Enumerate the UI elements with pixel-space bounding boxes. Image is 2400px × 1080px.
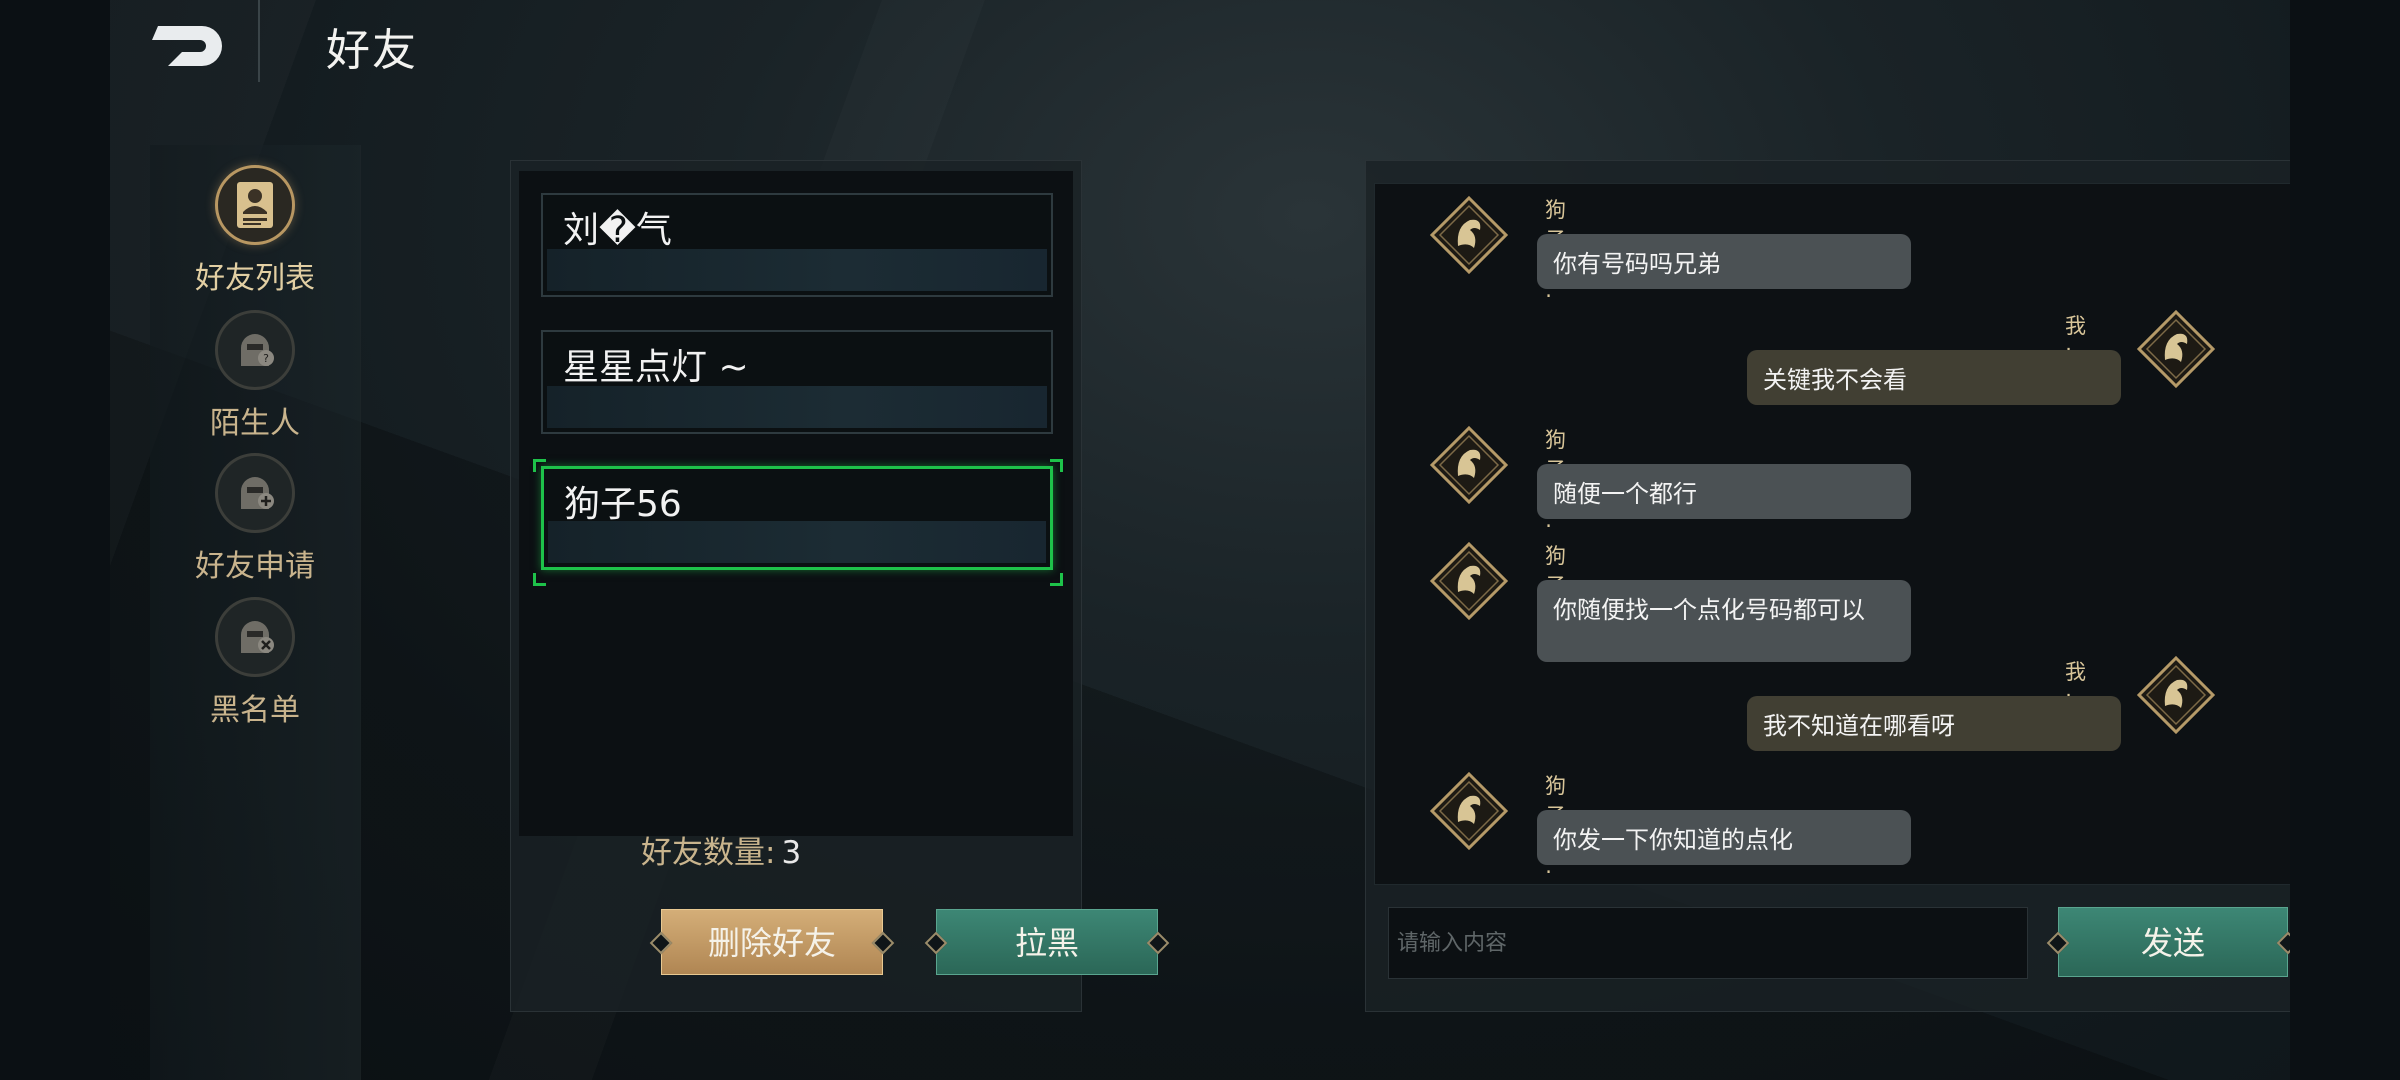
- friend-item[interactable]: 刘�气: [541, 193, 1053, 297]
- friend-item-strip: [547, 386, 1047, 428]
- dragon-avatar-icon: [1430, 196, 1508, 274]
- friend-list-icon: [215, 165, 295, 245]
- dragon-avatar-icon: [1430, 426, 1508, 504]
- block-label: 拉黑: [1014, 924, 1079, 962]
- diamond-ornament: [2046, 931, 2070, 955]
- diamond-ornament: [924, 931, 948, 955]
- friend-request-icon: [215, 453, 295, 533]
- delete-friend-button[interactable]: 删除好友: [649, 909, 895, 975]
- sidebar-item-friend-request[interactable]: 好友申请: [150, 443, 360, 584]
- sidebar-item-label: 陌生人: [210, 406, 300, 441]
- dragon-avatar-icon: [1430, 772, 1508, 850]
- delete-friend-label: 删除好友: [707, 924, 836, 962]
- sidebar-item-label: 好友申请: [195, 549, 315, 584]
- friend-item[interactable]: 星星点灯 ~: [541, 330, 1053, 434]
- page-title: 好友: [326, 25, 418, 76]
- friend-item-strip: [548, 521, 1046, 563]
- diamond-ornament: [649, 931, 673, 955]
- back-button[interactable]: [150, 14, 240, 74]
- dragon-avatar-icon: [2137, 310, 2215, 388]
- send-button[interactable]: 发送: [2046, 907, 2290, 977]
- message-bubble: 随便一个都行: [1537, 464, 1911, 519]
- selection-corner: [1050, 573, 1063, 586]
- back-arrow-icon: [152, 26, 222, 66]
- message-bubble: 你发一下你知道的点化: [1537, 810, 1911, 865]
- friend-count-label: 好友数量:: [641, 835, 776, 871]
- friend-name: 星星点灯 ~: [563, 347, 749, 388]
- block-button[interactable]: 拉黑: [924, 909, 1170, 975]
- diamond-ornament: [2276, 931, 2290, 955]
- chat-panel: 狗子56 : 你有号码吗兄弟 我 : 关键我不会看: [1365, 160, 2290, 1012]
- sidebar-item-label: 好友列表: [195, 261, 315, 296]
- game-screen: 好友 好友列表 ? 陌生人 好友申请 黑名单 刘�气 星星点灯 ~ 狗子56 好…: [110, 0, 2290, 1080]
- message-bubble: 我不知道在哪看呀: [1747, 696, 2121, 751]
- sidebar-item-label: 黑名单: [210, 693, 300, 728]
- friends-list[interactable]: 刘�气 星星点灯 ~ 狗子56: [519, 171, 1073, 836]
- selection-corner: [1050, 459, 1063, 472]
- header-divider: [258, 0, 260, 82]
- selection-corner: [533, 573, 546, 586]
- sidebar-item-stranger[interactable]: ? 陌生人: [150, 300, 360, 441]
- send-label: 发送: [2140, 924, 2205, 962]
- dragon-avatar-icon: [2137, 656, 2215, 734]
- friend-name: 狗子56: [564, 484, 682, 525]
- friend-count-value: 3: [781, 835, 802, 871]
- sidebar-nav: 好友列表 ? 陌生人 好友申请 黑名单: [150, 145, 361, 1080]
- message-bubble: 你随便找一个点化号码都可以: [1537, 580, 1911, 662]
- sidebar-item-friend-list[interactable]: 好友列表: [150, 155, 360, 296]
- message-bubble: 你有号码吗兄弟: [1537, 234, 1911, 289]
- friend-count: 好友数量: 3: [641, 827, 801, 872]
- friend-name: 刘�气: [563, 210, 672, 251]
- friend-item-strip: [547, 249, 1047, 291]
- chat-messages[interactable]: 狗子56 : 你有号码吗兄弟 我 : 关键我不会看: [1374, 183, 2290, 885]
- selection-corner: [533, 459, 546, 472]
- friends-panel: 刘�气 星星点灯 ~ 狗子56 好友数量: 3 删除好友 拉黑: [510, 160, 1170, 1012]
- chat-input[interactable]: [1388, 907, 2028, 979]
- stranger-icon: ?: [215, 310, 295, 390]
- message-bubble: 关键我不会看: [1747, 350, 2121, 405]
- diamond-ornament: [1146, 931, 1170, 955]
- diamond-ornament: [871, 931, 895, 955]
- blacklist-icon: [215, 597, 295, 677]
- friend-item-selected[interactable]: 狗子56: [541, 466, 1053, 570]
- svg-text:?: ?: [263, 352, 269, 365]
- dragon-avatar-icon: [1430, 542, 1508, 620]
- sidebar-item-blacklist[interactable]: 黑名单: [150, 587, 360, 728]
